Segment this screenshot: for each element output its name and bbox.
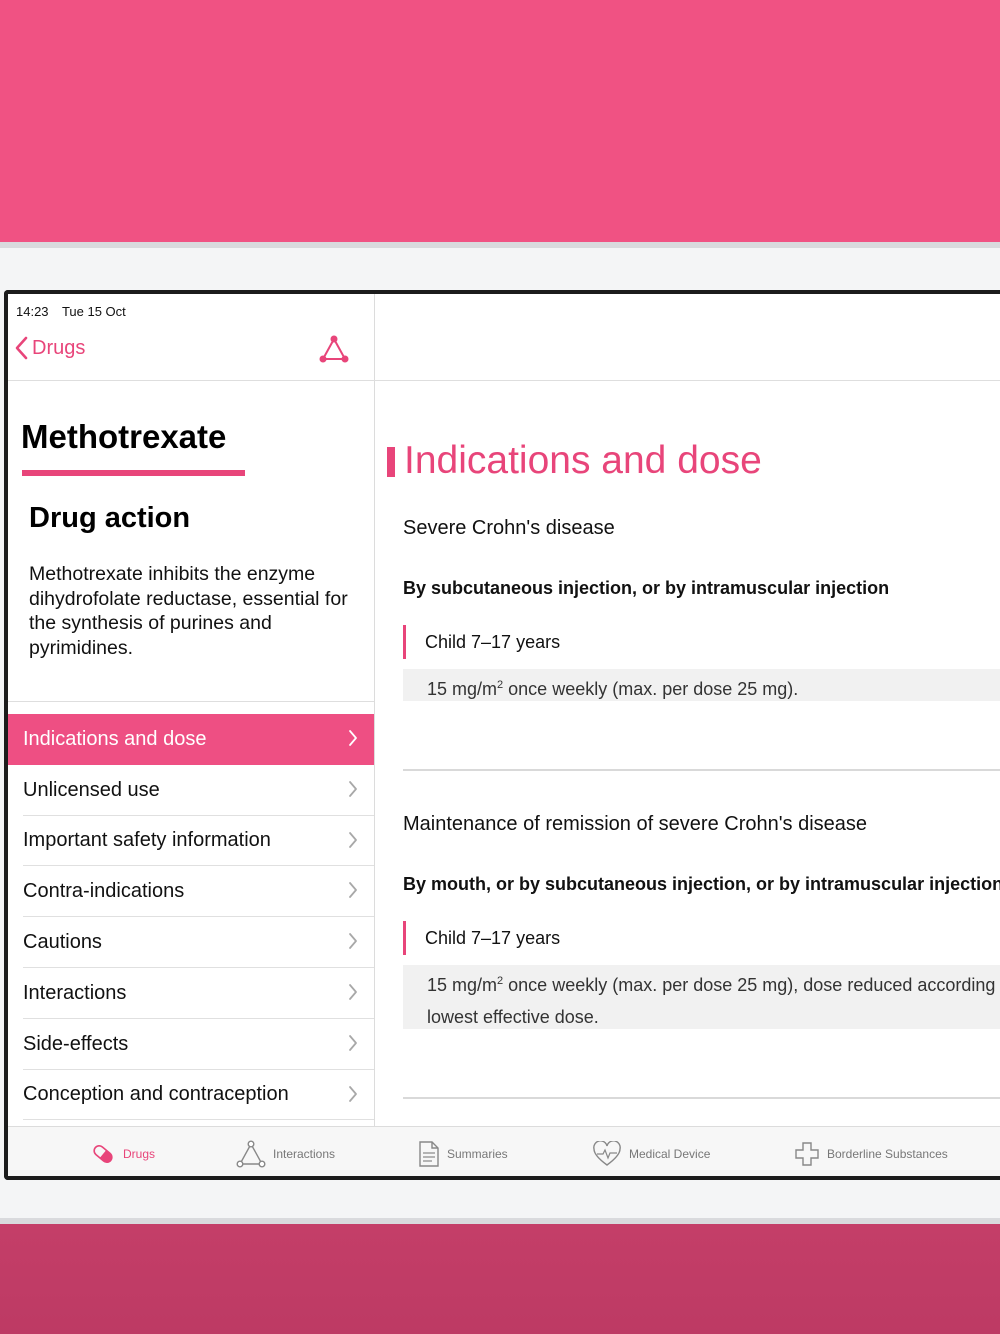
indication-condition: Maintenance of remission of severe Crohn… xyxy=(403,813,868,835)
menu-item-label: Interactions xyxy=(23,981,127,1004)
cross-icon xyxy=(795,1142,819,1166)
chevron-right-icon xyxy=(349,1085,357,1102)
menu-item-important-safety-information[interactable]: Important safety information xyxy=(8,816,374,867)
patient-group: Child 7–17 years xyxy=(403,921,560,955)
tab-label: Interactions xyxy=(273,1147,336,1161)
dose-text: 15 mg/m2 once weekly (max. per dose 25 m… xyxy=(403,669,1000,701)
pill-icon xyxy=(93,1144,113,1164)
drug-title: Methotrexate xyxy=(21,418,227,455)
section-divider xyxy=(403,769,1000,771)
interactions-nav-button[interactable] xyxy=(318,334,350,369)
document-icon xyxy=(419,1141,439,1167)
title-underline xyxy=(22,470,245,476)
menu-item-interactions[interactable]: Interactions xyxy=(8,968,374,1019)
chevron-right-icon xyxy=(349,780,357,797)
menu-item-label: Side-effects xyxy=(23,1032,129,1055)
tab-medical-device[interactable]: Medical Device xyxy=(592,1127,711,1176)
chevron-right-icon xyxy=(349,882,357,899)
tab-label: Borderline Substances xyxy=(827,1147,948,1161)
patient-group: Child 7–17 years xyxy=(403,625,560,659)
tablet-screen: 14:23 Tue 15 Oct Drugs Methotrexate Drug… xyxy=(4,290,1000,1180)
heart-pulse-icon xyxy=(593,1141,621,1166)
menu-item-contra-indications[interactable]: Contra-indications xyxy=(8,866,374,917)
back-label: Drugs xyxy=(32,336,86,359)
tab-interactions[interactable]: Interactions xyxy=(236,1127,336,1176)
chevron-right-icon xyxy=(349,933,357,950)
menu-item-label: Contra-indications xyxy=(23,880,185,903)
drug-action-text: Methotrexate inhibits the enzyme dihydro… xyxy=(29,563,348,659)
drug-action-heading: Drug action xyxy=(29,502,191,534)
chevron-right-icon xyxy=(349,1034,357,1051)
interactions-icon xyxy=(319,335,349,363)
section-menu: Indications and dose Unlicensed use Impo… xyxy=(8,714,374,1121)
dose-text: 15 mg/m2 once weekly (max. per dose 25 m… xyxy=(403,965,1000,1029)
menu-item-unlicensed-use[interactable]: Unlicensed use xyxy=(8,765,374,816)
status-time: 14:23 xyxy=(16,304,49,319)
heading-accent-bar xyxy=(387,447,395,477)
interactions-icon xyxy=(236,1140,266,1168)
tab-summaries[interactable]: Summaries xyxy=(418,1127,508,1176)
tab-label: Summaries xyxy=(447,1147,508,1161)
menu-item-side-effects[interactable]: Side-effects xyxy=(8,1019,374,1070)
chevron-right-icon xyxy=(349,984,357,1000)
master-pane: 14:23 Tue 15 Oct Drugs Methotrexate Drug… xyxy=(8,294,375,1126)
tab-bar: Drugs Interactions Summaries Medical Dev… xyxy=(8,1126,1000,1176)
detail-pane: Indications and dose Severe Crohn's dise… xyxy=(375,381,1000,1126)
status-bar: 14:23 Tue 15 Oct xyxy=(16,304,136,319)
menu-item-label: Indications and dose xyxy=(23,727,207,750)
content-heading: Indications and dose xyxy=(404,439,762,482)
navigation-bar: Drugs xyxy=(8,322,374,380)
menu-item-conception-and-contraception[interactable]: Conception and contraception xyxy=(8,1070,374,1121)
menu-item-label: Unlicensed use xyxy=(23,778,160,801)
indication-condition: Severe Crohn's disease xyxy=(403,517,615,539)
status-date: Tue 15 Oct xyxy=(61,304,126,319)
chevron-right-icon xyxy=(349,831,357,848)
divider xyxy=(8,701,374,702)
menu-item-label: Cautions xyxy=(23,931,102,954)
menu-item-cautions[interactable]: Cautions xyxy=(8,917,374,968)
menu-item-label: Conception and contraception xyxy=(23,1083,289,1106)
back-button[interactable]: Drugs xyxy=(14,336,85,360)
dose-route: By subcutaneous injection, or by intramu… xyxy=(403,578,890,598)
dose-route: By mouth, or by subcutaneous injection, … xyxy=(403,874,1000,894)
chevron-right-icon xyxy=(349,730,357,746)
chevron-left-icon xyxy=(15,336,28,360)
section-divider xyxy=(403,1097,1000,1099)
tab-label: Drugs xyxy=(123,1147,156,1161)
tab-borderline-substances[interactable]: Borderline Substances xyxy=(794,1127,948,1176)
tab-drugs[interactable]: Drugs xyxy=(90,1127,156,1176)
menu-item-indications-and-dose[interactable]: Indications and dose xyxy=(8,714,374,765)
background-bottom xyxy=(0,1224,1000,1334)
tab-label: Medical Device xyxy=(629,1147,711,1161)
background-top xyxy=(0,0,1000,242)
menu-item-label: Important safety information xyxy=(23,829,271,852)
